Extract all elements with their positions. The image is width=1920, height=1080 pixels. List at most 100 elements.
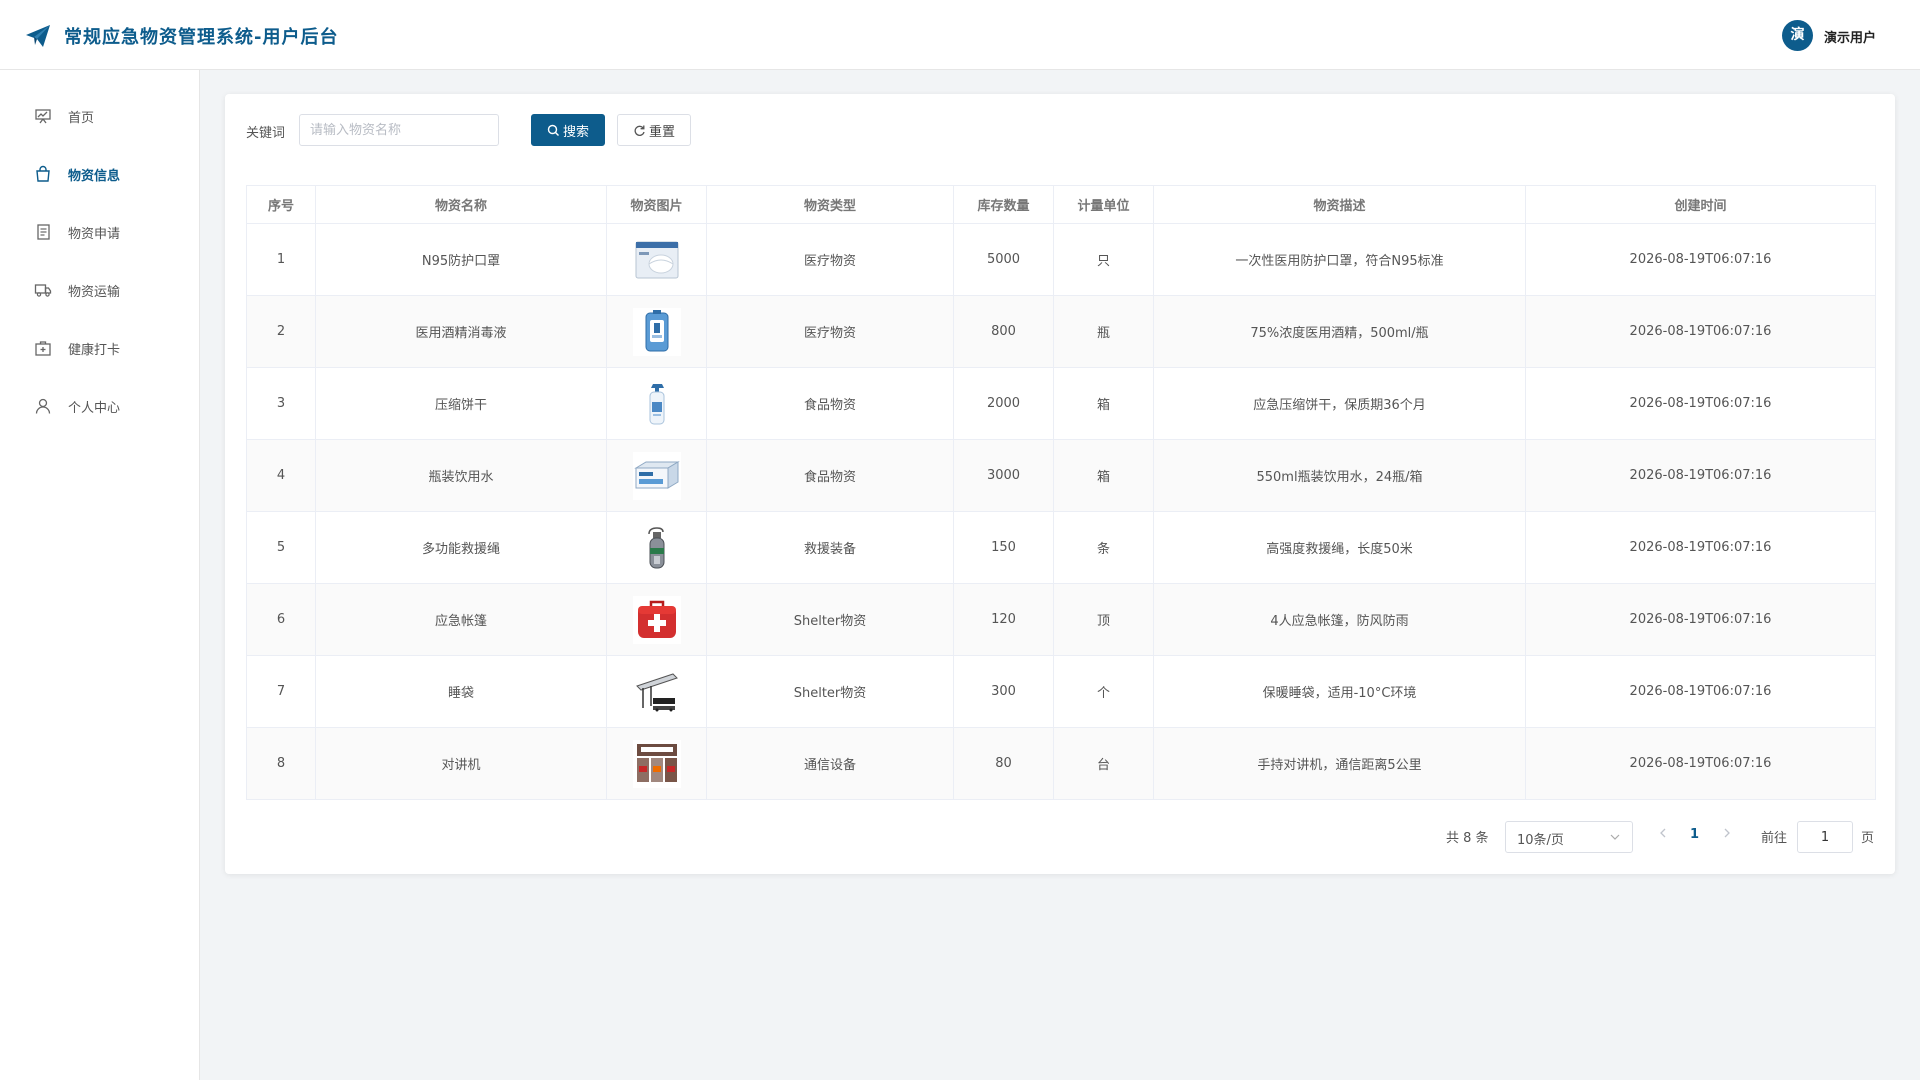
cell-desc: 应急压缩饼干，保质期36个月 <box>1153 367 1526 440</box>
oxygen-tank-icon[interactable] <box>632 523 681 572</box>
search-button-label: 搜索 <box>562 124 589 140</box>
cell-desc: 4人应急帐篷，防风防雨 <box>1153 583 1526 656</box>
table-row[interactable]: 4 瓶装饮用水 食品物资 3000 箱 550ml瓶装饮用水，24瓶/箱 202… <box>246 439 1876 512</box>
cell-name: 睡袋 <box>315 655 607 728</box>
chevron-right-icon <box>1724 828 1730 838</box>
table-row[interactable]: 1 N95防护口罩 医疗物资 5000 只 一次性医用防护口罩，符合N95标准 <box>246 223 1876 296</box>
cell-no: 6 <box>246 583 316 656</box>
column-header[interactable]: 库存数量 <box>953 185 1054 224</box>
table-row[interactable]: 5 多功能救援绳 救援装备 150 条 高强度救援绳，长度50米 2026-08… <box>246 511 1876 584</box>
cell-no: 1 <box>246 223 316 296</box>
cell-type: 医疗物资 <box>706 295 954 368</box>
cell-name: 对讲机 <box>315 727 607 800</box>
sidebar-item-transport[interactable]: 物资运输 <box>0 269 199 309</box>
cell-created: 2026-08-19T06:07:16 <box>1525 295 1876 368</box>
cell-unit: 条 <box>1053 511 1154 584</box>
cell-created: 2026-08-19T06:07:16 <box>1525 655 1876 728</box>
table-row[interactable]: 8 对讲机 通信设备 80 台 手持对讲机，通信距离5公里 2026-08-19… <box>246 727 1876 800</box>
search-button[interactable]: 搜索 <box>531 114 605 146</box>
alcohol-bottle-icon[interactable] <box>632 307 681 356</box>
table-row[interactable]: 6 应急帐篷 Shelter物资 120 顶 4人应急帐篷，防风防雨 2026-… <box>246 583 1876 656</box>
column-header[interactable]: 物资图片 <box>606 185 707 224</box>
page-number-current[interactable]: 1 <box>1690 827 1699 859</box>
sidebar-item-application[interactable]: 物资申请 <box>0 211 199 251</box>
user-name[interactable]: 演示用户 <box>1824 27 1876 46</box>
sidebar-item-label: 个人中心 <box>68 401 121 416</box>
keyword-input[interactable] <box>299 114 499 146</box>
cell-qty: 800 <box>953 295 1054 368</box>
presentation-icon <box>35 109 51 124</box>
table-row[interactable]: 3 压缩饼干 食品物资 2000 箱 应急压缩饼干，保质期36个月 2026-0… <box>246 367 1876 440</box>
page-size-select[interactable]: 10条/页 <box>1505 821 1633 853</box>
mask-box-icon[interactable] <box>632 235 681 284</box>
cell-qty: 2000 <box>953 367 1054 440</box>
keyword-label: 关键词 <box>246 126 286 141</box>
search-icon <box>547 124 559 136</box>
next-page-button[interactable] <box>1722 827 1732 859</box>
stretcher-icon[interactable] <box>632 667 681 716</box>
sidebar-item-materials[interactable]: 物资信息 <box>0 153 199 193</box>
main-card: 关键词 搜索 重置 序号 物资名称 物资图片 物资类型 库存数量 计量单位 <box>225 94 1895 874</box>
first-aid-kit-icon[interactable] <box>632 595 681 644</box>
cell-qty: 300 <box>953 655 1054 728</box>
column-header[interactable]: 计量单位 <box>1053 185 1154 224</box>
sidebar-item-label: 物资运输 <box>68 285 121 300</box>
cell-desc: 高强度救援绳，长度50米 <box>1153 511 1526 584</box>
paper-plane-icon <box>26 25 50 47</box>
carton-icon[interactable] <box>632 451 681 500</box>
cell-desc: 一次性医用防护口罩，符合N95标准 <box>1153 223 1526 296</box>
cell-desc: 保暖睡袋，适用-10°C环境 <box>1153 655 1526 728</box>
page-size-value: 10条/页 <box>1517 833 1564 848</box>
cell-no: 3 <box>246 367 316 440</box>
supply-boxes-icon[interactable] <box>632 739 681 788</box>
cell-unit: 只 <box>1053 223 1154 296</box>
sidebar-item-label: 首页 <box>68 111 95 126</box>
app-title: 常规应急物资管理系统-用户后台 <box>64 27 339 48</box>
document-icon <box>37 224 50 240</box>
column-header[interactable]: 物资描述 <box>1153 185 1526 224</box>
spray-bottle-icon[interactable] <box>632 379 681 428</box>
cell-created: 2026-08-19T06:07:16 <box>1525 727 1876 800</box>
cell-unit: 箱 <box>1053 367 1154 440</box>
table-row[interactable]: 7 睡袋 Shelter物资 300 个 保暖睡袋，适用-10°C环境 2026… <box>246 655 1876 728</box>
sidebar-item-profile[interactable]: 个人中心 <box>0 385 199 425</box>
column-header[interactable]: 物资类型 <box>706 185 954 224</box>
cell-qty: 120 <box>953 583 1054 656</box>
cell-created: 2026-08-19T06:07:16 <box>1525 367 1876 440</box>
cell-name: 多功能救援绳 <box>315 511 607 584</box>
column-header[interactable]: 序号 <box>246 185 316 224</box>
cell-created: 2026-08-19T06:07:16 <box>1525 583 1876 656</box>
reset-button[interactable]: 重置 <box>617 114 691 146</box>
cell-no: 4 <box>246 439 316 512</box>
cell-qty: 3000 <box>953 439 1054 512</box>
column-header[interactable]: 物资名称 <box>315 185 607 224</box>
cell-name: 应急帐篷 <box>315 583 607 656</box>
prev-page-button[interactable] <box>1658 827 1668 859</box>
table-header-row: 序号 物资名称 物资图片 物资类型 库存数量 计量单位 物资描述 创建时间 <box>246 185 1876 224</box>
column-header[interactable]: 创建时间 <box>1525 185 1876 224</box>
chevron-left-icon <box>1660 828 1666 838</box>
cell-type: 食品物资 <box>706 367 954 440</box>
avatar[interactable]: 演 <box>1782 20 1813 51</box>
cell-type: 通信设备 <box>706 727 954 800</box>
cell-image <box>606 439 707 512</box>
cell-type: 救援装备 <box>706 511 954 584</box>
cell-image <box>606 655 707 728</box>
sidebar-item-home[interactable]: 首页 <box>0 95 199 135</box>
goto-page-input[interactable] <box>1797 821 1853 853</box>
cell-unit: 台 <box>1053 727 1154 800</box>
cell-qty: 5000 <box>953 223 1054 296</box>
cell-desc: 550ml瓶装饮用水，24瓶/箱 <box>1153 439 1526 512</box>
cell-desc: 手持对讲机，通信距离5公里 <box>1153 727 1526 800</box>
cell-no: 7 <box>246 655 316 728</box>
cell-image <box>606 367 707 440</box>
top-header: 常规应急物资管理系统-用户后台 演 演示用户 <box>0 0 1920 70</box>
user-icon <box>35 398 51 414</box>
cell-created: 2026-08-19T06:07:16 <box>1525 439 1876 512</box>
cell-desc: 75%浓度医用酒精，500ml/瓶 <box>1153 295 1526 368</box>
sidebar-item-health-checkin[interactable]: 健康打卡 <box>0 327 199 367</box>
cell-no: 5 <box>246 511 316 584</box>
table-row[interactable]: 2 医用酒精消毒液 医疗物资 800 瓶 75%浓度医用酒精，500ml/瓶 2… <box>246 295 1876 368</box>
cell-type: Shelter物资 <box>706 583 954 656</box>
cell-name: N95防护口罩 <box>315 223 607 296</box>
